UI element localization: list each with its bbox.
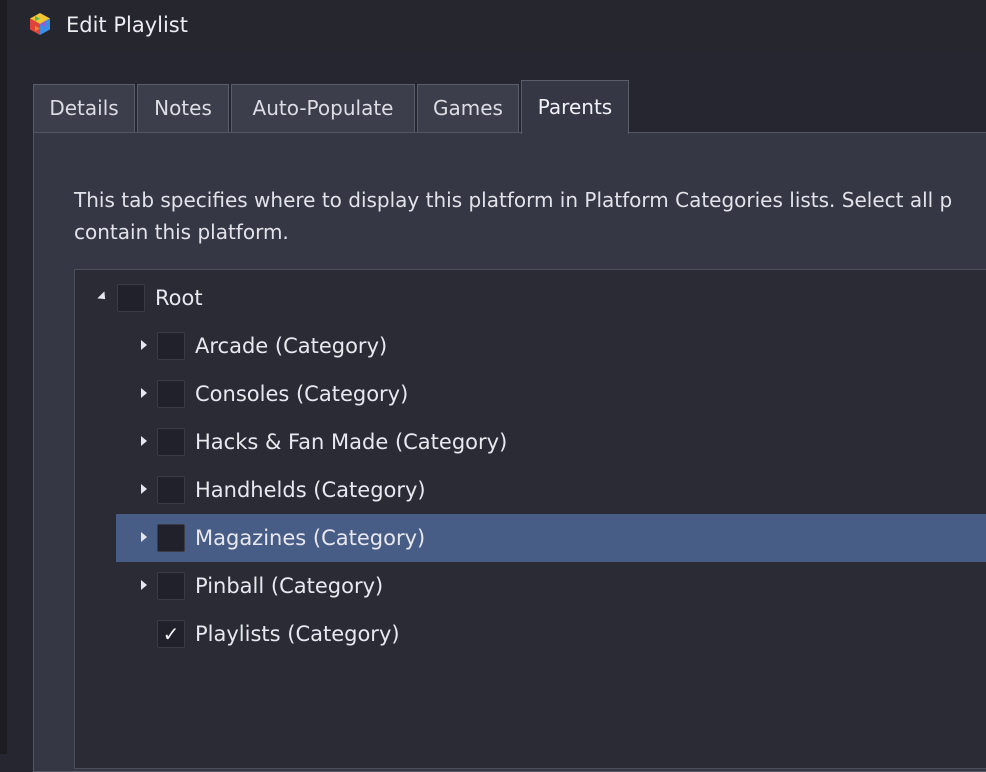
playlists-checkbox[interactable]: ✓ [157, 620, 185, 648]
tree-item-playlists[interactable]: ✓ Playlists (Category) [75, 610, 986, 658]
tree-item-consoles[interactable]: Consoles (Category) [75, 370, 986, 418]
root-checkbox[interactable] [117, 284, 145, 312]
expand-arrow-icon[interactable] [141, 580, 147, 590]
tree-item-arcade[interactable]: Arcade (Category) [75, 322, 986, 370]
tab-details[interactable]: Details [33, 84, 135, 132]
tree-item-label: Handhelds (Category) [195, 478, 426, 502]
pinball-checkbox[interactable] [157, 572, 185, 600]
magazines-checkbox[interactable] [157, 524, 185, 552]
tab-auto-populate[interactable]: Auto-Populate [231, 84, 415, 132]
tree-item-hacks-fan-made[interactable]: Hacks & Fan Made (Category) [75, 418, 986, 466]
tree-item-handhelds[interactable]: Handhelds (Category) [75, 466, 986, 514]
expand-arrow-icon[interactable] [141, 388, 147, 398]
window-title: Edit Playlist [66, 13, 188, 37]
tab-parents[interactable]: Parents [521, 80, 629, 134]
expand-arrow-icon[interactable] [141, 532, 147, 542]
tree-item-label: Root [155, 286, 203, 310]
title-bar: Edit Playlist [7, 0, 986, 52]
description-line-1: This tab specifies where to display this… [74, 188, 953, 212]
tree-item-label: Magazines (Category) [195, 526, 426, 550]
checkmark-icon: ✓ [162, 622, 180, 646]
tree-item-pinball[interactable]: Pinball (Category) [75, 562, 986, 610]
tree-item-label: Hacks & Fan Made (Category) [195, 430, 508, 454]
window-left-edge [0, 0, 7, 754]
collapse-arrow-icon[interactable] [97, 291, 109, 303]
colorful-cube-icon [30, 13, 50, 35]
hacks-fan-made-checkbox[interactable] [157, 428, 185, 456]
expand-arrow-icon[interactable] [141, 484, 147, 494]
expand-arrow-icon[interactable] [141, 436, 147, 446]
parents-description: This tab specifies where to display this… [74, 184, 986, 248]
tab-games[interactable]: Games [417, 84, 519, 132]
tree-item-label: Pinball (Category) [195, 574, 384, 598]
arcade-checkbox[interactable] [157, 332, 185, 360]
tree-item-label: Consoles (Category) [195, 382, 409, 406]
parents-tree[interactable]: Root Arcade (Category) Consoles (Categor… [74, 269, 986, 769]
tab-notes[interactable]: Notes [137, 84, 229, 132]
consoles-checkbox[interactable] [157, 380, 185, 408]
expand-arrow-icon[interactable] [141, 340, 147, 350]
tree-item-root[interactable]: Root [75, 274, 986, 322]
tree-item-magazines[interactable]: Magazines (Category) [116, 514, 986, 562]
description-line-2: contain this platform. [74, 220, 289, 244]
tree-item-label: Arcade (Category) [195, 334, 388, 358]
handhelds-checkbox[interactable] [157, 476, 185, 504]
tree-item-label: Playlists (Category) [195, 622, 400, 646]
